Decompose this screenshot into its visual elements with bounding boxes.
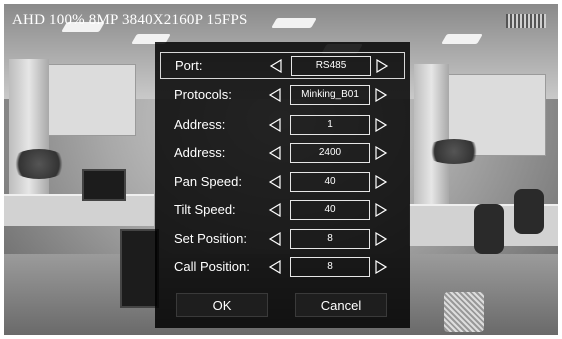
row-tilt-speed[interactable]: Tilt Speed: 40	[160, 197, 405, 224]
chevron-left-icon[interactable]	[268, 175, 282, 189]
row-call-position[interactable]: Call Position: 8	[160, 254, 405, 281]
chair	[474, 204, 504, 254]
chevron-left-icon[interactable]	[268, 146, 282, 160]
chevron-left-icon[interactable]	[268, 232, 282, 246]
osd-status-title: AHD 100% 8MP 3840X2160P 15FPS	[12, 12, 248, 28]
waste-bin	[444, 292, 484, 332]
chevron-left-icon[interactable]	[268, 88, 282, 102]
ceiling-light	[271, 18, 317, 28]
row-label: Tilt Speed:	[174, 202, 236, 217]
plant	[424, 139, 484, 164]
row-label: Pan Speed:	[174, 174, 242, 189]
row-baud-address[interactable]: Address: 2400	[160, 140, 405, 167]
row-pan-speed[interactable]: Pan Speed: 40	[160, 169, 405, 196]
row-address[interactable]: Address: 1	[160, 112, 405, 139]
chevron-right-icon[interactable]	[374, 118, 388, 132]
air-vent	[506, 14, 546, 28]
chevron-right-icon[interactable]	[374, 232, 388, 246]
chevron-left-icon[interactable]	[268, 260, 282, 274]
row-protocols[interactable]: Protocols: Minking_B01	[160, 82, 405, 109]
row-value: 40	[290, 172, 370, 192]
chevron-left-icon[interactable]	[269, 59, 283, 73]
row-port[interactable]: Port: RS485	[160, 52, 405, 79]
chevron-left-icon[interactable]	[268, 118, 282, 132]
row-label: Set Position:	[174, 231, 247, 246]
chevron-right-icon[interactable]	[374, 88, 388, 102]
ok-button[interactable]: OK	[176, 293, 268, 317]
row-value: 40	[290, 200, 370, 220]
chevron-right-icon[interactable]	[374, 260, 388, 274]
chevron-left-icon[interactable]	[268, 203, 282, 217]
ptz-settings-menu: Port: RS485 Protocols: Minking_B01 Addre…	[155, 42, 410, 328]
cancel-button[interactable]: Cancel	[295, 293, 387, 317]
row-label: Protocols:	[174, 87, 232, 102]
row-value: 8	[290, 257, 370, 277]
row-value: 1	[290, 115, 370, 135]
row-label: Call Position:	[174, 259, 250, 274]
chair	[514, 189, 544, 234]
ceiling-light	[441, 34, 483, 44]
row-label: Address:	[174, 145, 226, 160]
chevron-right-icon[interactable]	[374, 203, 388, 217]
chevron-right-icon[interactable]	[374, 175, 388, 189]
monitor	[120, 229, 159, 308]
row-value: Minking_B01	[290, 85, 370, 105]
row-value: 8	[290, 229, 370, 249]
row-label: Port:	[175, 58, 203, 73]
plant	[9, 149, 69, 179]
desk	[4, 194, 154, 226]
chevron-right-icon[interactable]	[374, 146, 388, 160]
monitor	[82, 169, 126, 201]
chevron-right-icon[interactable]	[375, 59, 389, 73]
row-set-position[interactable]: Set Position: 8	[160, 226, 405, 253]
row-label: Address:	[174, 117, 226, 132]
row-value: 2400	[290, 143, 370, 163]
row-value: RS485	[291, 56, 371, 76]
